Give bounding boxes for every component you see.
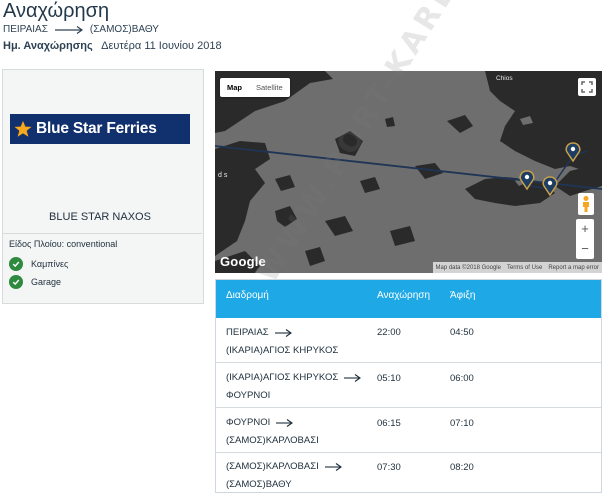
map-data-attribution: Map data ©2018 Google	[435, 264, 501, 271]
map-type-map-button[interactable]: Map	[220, 78, 249, 97]
feature-label: Καμπίνες	[31, 259, 69, 269]
report-error-link[interactable]: Report a map error	[548, 265, 599, 271]
zoom-out-button[interactable]: −	[581, 242, 589, 256]
route-origin: ΠΕΙΡΑΙΑΣ	[3, 24, 48, 35]
map-place-label: Chios	[496, 75, 513, 82]
pegman-icon[interactable]	[578, 193, 594, 215]
page-title: Αναχώρηση	[3, 0, 110, 22]
feature-label: Garage	[31, 277, 62, 287]
schedule-table: Διαδρομή Αναχώρηση Άφιξη ΠΕΙΡΑΙΑΣ (ΙΚΑΡΙ…	[215, 279, 602, 493]
star-logo-icon	[14, 120, 32, 137]
leg-departure-time: 06:15	[377, 418, 401, 429]
table-row: (ΙΚΑΡΙΑ)ΑΓΙΟΣ ΚΗΡΥΚΟΣ ΦΟΥΡΝΟΙ 05:10 06:0…	[216, 363, 601, 408]
arrow-right-icon	[275, 418, 305, 428]
route-map[interactable]: Chios d s Map Satellite + − Google Map d…	[215, 71, 602, 273]
column-header-arrival: Άφιξη	[450, 290, 476, 301]
leg-arrival-time: 08:20	[450, 462, 474, 473]
column-header-departure: Αναχώρηση	[377, 290, 431, 301]
ship-type: Είδος Πλοίου: conventional	[9, 239, 117, 249]
leg-departure-time: 05:10	[377, 373, 401, 384]
table-row: ΠΕΙΡΑΙΑΣ (ΙΚΑΡΙΑ)ΑΓΙΟΣ ΚΗΡΥΚΟΣ 22:00 04:…	[216, 318, 601, 363]
zoom-control: + −	[576, 219, 594, 259]
divider	[2, 233, 202, 234]
ship-name: BLUE STAR NAXOS	[49, 211, 151, 223]
leg-departure-time: 22:00	[377, 327, 401, 338]
zoom-in-button[interactable]: +	[581, 222, 589, 236]
arrow-right-icon	[324, 462, 354, 472]
google-logo: Google	[220, 254, 266, 269]
company-logo-text: Blue Star Ferries	[36, 120, 157, 137]
map-canvas[interactable]	[215, 71, 602, 273]
departure-date: Ημ. Αναχώρησης Δευτέρα 11 Ιουνίου 2018	[3, 40, 222, 52]
check-icon	[9, 257, 23, 271]
map-type-control: Map Satellite	[220, 78, 290, 97]
route-destination: (ΣΑΜΟΣ)ΒΑΘΥ	[89, 24, 159, 35]
route-summary: ΠΕΙΡΑΙΑΣ (ΣΑΜΟΣ)ΒΑΘΥ	[3, 24, 159, 35]
map-type-satellite-button[interactable]: Satellite	[249, 78, 290, 97]
table-header: Διαδρομή Αναχώρηση Άφιξη	[216, 280, 601, 318]
arrow-right-icon	[54, 25, 84, 35]
map-footer: Map data ©2018 Google Terms of Use Repor…	[432, 262, 602, 273]
column-header-route: Διαδρομή	[226, 290, 269, 301]
leg-destination: ΦΟΥΡΝΟΙ	[226, 390, 271, 401]
table-row: (ΣΑΜΟΣ)ΚΑΡΛΟΒΑΣΙ (ΣΑΜΟΣ)ΒΑΘΥ 07:30 08:20	[216, 452, 601, 492]
feature-item: Καμπίνες	[9, 257, 68, 271]
leg-origin: ΠΕΙΡΑΙΑΣ	[226, 327, 269, 338]
leg-destination: (ΣΑΜΟΣ)ΒΑΘΥ	[226, 479, 292, 490]
arrow-right-icon	[274, 328, 304, 338]
leg-departure-time: 07:30	[377, 462, 401, 473]
leg-origin: (ΣΑΜΟΣ)ΚΑΡΛΟΒΑΣΙ	[226, 461, 319, 472]
leg-arrival-time: 04:50	[450, 327, 474, 338]
leg-arrival-time: 06:00	[450, 373, 474, 384]
ship-type-value: conventional	[66, 239, 118, 249]
departure-date-value: Δευτέρα 11 Ιουνίου 2018	[101, 40, 222, 52]
fullscreen-icon[interactable]	[578, 78, 596, 96]
feature-item: Garage	[9, 275, 61, 289]
arrow-right-icon	[343, 373, 373, 383]
terms-link[interactable]: Terms of Use	[507, 265, 542, 271]
company-logo: Blue Star Ferries	[10, 114, 190, 144]
departure-date-label: Ημ. Αναχώρησης	[3, 40, 93, 52]
leg-arrival-time: 07:10	[450, 418, 474, 429]
ship-type-label: Είδος Πλοίου:	[9, 239, 65, 249]
leg-origin: ΦΟΥΡΝΟΙ	[226, 417, 271, 428]
leg-origin: (ΙΚΑΡΙΑ)ΑΓΙΟΣ ΚΗΡΥΚΟΣ	[226, 372, 339, 383]
table-row: ΦΟΥΡΝΟΙ (ΣΑΜΟΣ)ΚΑΡΛΟΒΑΣΙ 06:15 07:10	[216, 408, 601, 453]
leg-destination: (ΙΚΑΡΙΑ)ΑΓΙΟΣ ΚΗΡΥΚΟΣ	[226, 345, 339, 356]
leg-destination: (ΣΑΜΟΣ)ΚΑΡΛΟΒΑΣΙ	[226, 435, 319, 446]
map-place-label: d s	[218, 172, 228, 179]
check-icon	[9, 275, 23, 289]
